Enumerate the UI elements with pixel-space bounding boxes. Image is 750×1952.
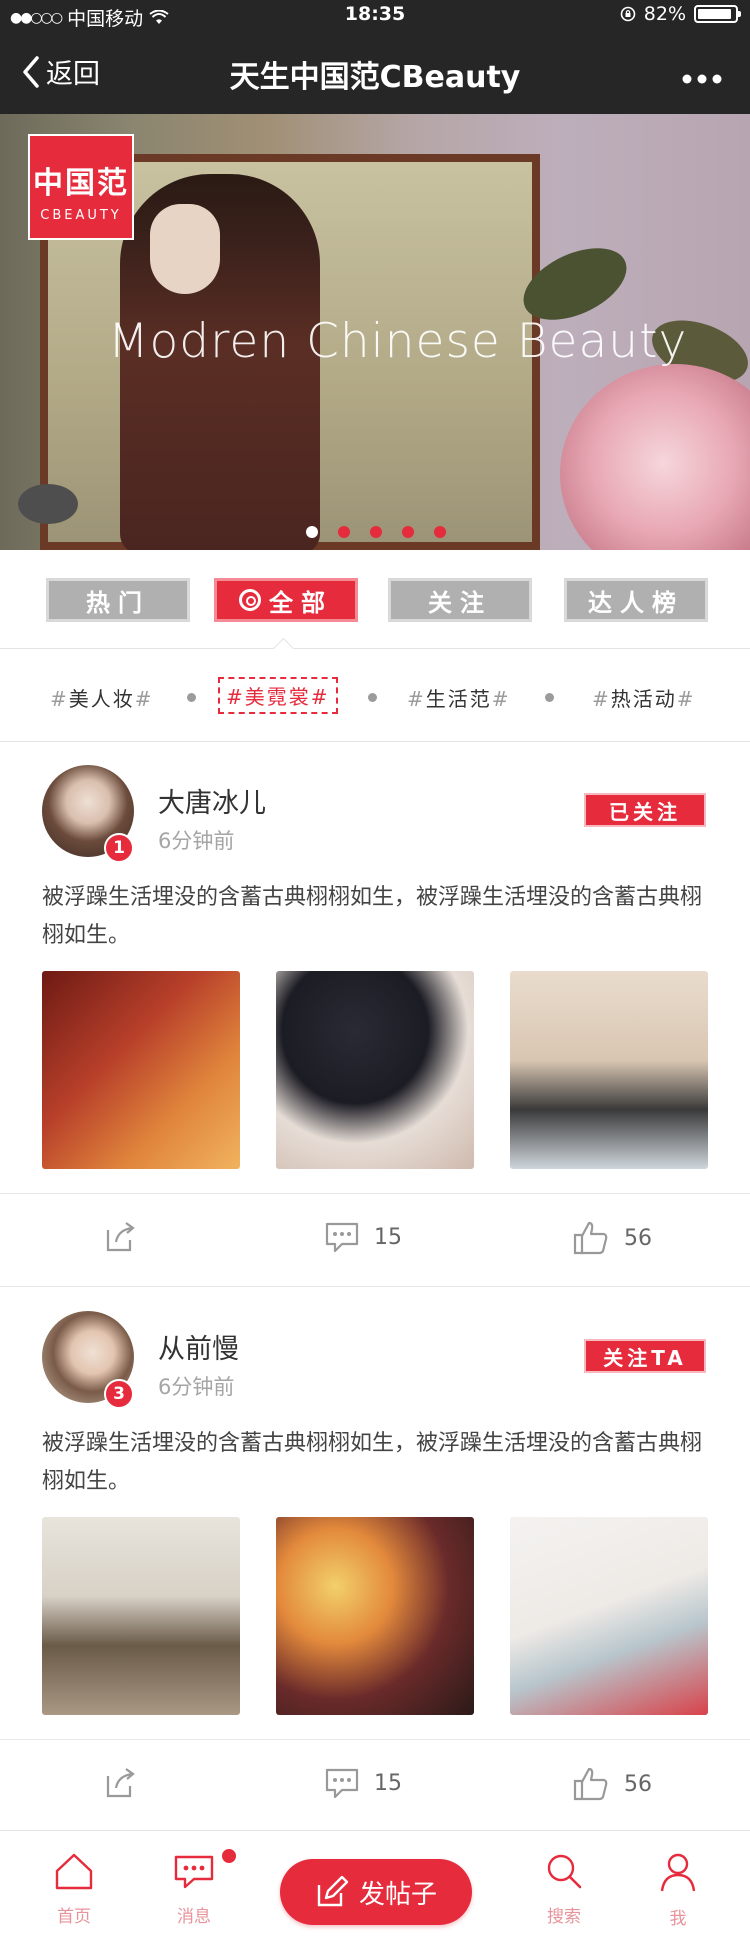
tab-ranking[interactable]: 达人榜: [564, 578, 708, 622]
post-image[interactable]: [42, 1517, 240, 1715]
pager-dot[interactable]: [370, 526, 382, 538]
share-button[interactable]: [104, 1766, 138, 1800]
post-image[interactable]: [276, 971, 474, 1169]
subtab-label: 美霓裳: [244, 685, 311, 709]
post-actions: 15 56: [0, 1193, 750, 1287]
tabbar-label: 搜索: [547, 1907, 581, 1927]
unread-dot: [220, 1847, 238, 1865]
post-text: 被浮躁生活埋没的含蓄古典栩栩如生，被浮躁生活埋没的含蓄古典栩栩如生。: [42, 885, 703, 948]
subtab-makeup[interactable]: #美人妆#: [50, 683, 154, 712]
comment-icon: [325, 1768, 359, 1799]
subtab-lifestyle[interactable]: #生活范#: [407, 683, 511, 712]
hero-bird: [18, 484, 78, 524]
tabbar-label: 消息: [177, 1907, 211, 1927]
like-count: 56: [624, 1225, 652, 1251]
nav-bar: 返回 天生中国范CBeauty: [0, 30, 750, 114]
post-image[interactable]: [42, 971, 240, 1169]
edit-icon: [317, 1875, 349, 1907]
tab-label: 达人榜: [588, 588, 684, 617]
rank-badge: 3: [104, 1379, 134, 1409]
thumbs-up-icon: [573, 1767, 608, 1801]
tabbar-home[interactable]: 首页: [34, 1851, 114, 1927]
more-icon: [682, 74, 722, 84]
separator-dot: [545, 693, 554, 702]
follow-button[interactable]: 已关注: [584, 793, 706, 827]
subtab-label: 美人妆: [68, 687, 135, 711]
tab-label: 关注: [428, 588, 492, 617]
tabbar-messages[interactable]: 消息: [154, 1847, 238, 1927]
post-text: 被浮躁生活埋没的含蓄古典栩栩如生，被浮躁生活埋没的含蓄古典栩栩如生。: [42, 1431, 703, 1494]
share-button[interactable]: [104, 1220, 138, 1254]
new-post-button[interactable]: 发帖子: [280, 1859, 472, 1925]
home-icon: [55, 1853, 93, 1890]
subtab-label: 生活范: [425, 687, 492, 711]
subtab-events[interactable]: #热活动#: [592, 683, 696, 712]
separator-dot: [368, 693, 377, 702]
post-time: 6分钟前: [158, 829, 235, 853]
comment-icon: [325, 1222, 359, 1253]
post-actions: 15 56: [0, 1739, 750, 1833]
bottom-tab-bar: 首页 消息 发帖子 搜索 我: [0, 1830, 750, 1952]
logo-en: CBEAUTY: [40, 208, 122, 223]
tab-label: 全部: [269, 588, 333, 617]
battery-icon: [694, 5, 741, 23]
pager-dot[interactable]: [306, 526, 318, 538]
rotation-lock-icon: [620, 6, 636, 22]
pager-dot[interactable]: [434, 526, 446, 538]
pager-dot[interactable]: [402, 526, 414, 538]
tab-following[interactable]: 关注: [388, 578, 532, 622]
follow-button[interactable]: 关注TA: [584, 1339, 706, 1373]
like-button[interactable]: 56: [572, 1766, 652, 1802]
username[interactable]: 大唐冰儿: [158, 781, 266, 820]
search-icon: [547, 1854, 582, 1889]
tabbar-me[interactable]: 我: [638, 1851, 718, 1929]
tabbar-search[interactable]: 搜索: [524, 1851, 604, 1927]
status-right: 82%: [620, 3, 741, 25]
subtab-label: 热活动: [610, 687, 677, 711]
status-bar: ●●○○○ 中国移动 18:35 82%: [0, 0, 750, 30]
post-image[interactable]: [510, 971, 708, 1169]
user-icon: [660, 1853, 696, 1892]
main-tabs: 热门 全部 关注 达人榜: [0, 550, 750, 660]
tab-label: 热门: [86, 588, 150, 617]
hero-model-face: [150, 204, 220, 294]
post-image[interactable]: [510, 1517, 708, 1715]
brand-logo: 中国范 CBEAUTY: [28, 134, 134, 240]
username[interactable]: 从前慢: [158, 1327, 239, 1366]
like-button[interactable]: 56: [572, 1220, 652, 1256]
tab-all[interactable]: 全部: [214, 578, 358, 622]
hero-banner[interactable]: 中国范 CBEAUTY Modren Chinese Beauty: [0, 114, 750, 550]
spiral-icon: [239, 589, 261, 611]
rank-badge: 1: [104, 833, 134, 863]
tabbar-label: 我: [669, 1909, 687, 1929]
post-card: 1 大唐冰儿 6分钟前 已关注 被浮躁生活埋没的含蓄古典栩栩如生，被浮躁生活埋没…: [0, 741, 750, 1287]
tabbar-label: 首页: [57, 1907, 91, 1927]
battery-percent: 82%: [643, 3, 686, 25]
post-time: 6分钟前: [158, 1375, 235, 1399]
comment-button[interactable]: 15: [324, 1220, 402, 1254]
logo-cn: 中国范: [33, 166, 129, 201]
more-button[interactable]: [682, 54, 722, 94]
hero-pager: [306, 526, 446, 538]
message-icon: [174, 1855, 214, 1889]
share-icon: [106, 1222, 135, 1252]
post-card: 3 从前慢 6分钟前 关注TA 被浮躁生活埋没的含蓄古典栩栩如生，被浮躁生活埋没…: [0, 1287, 750, 1833]
hero-peony: [560, 364, 750, 550]
tab-hot[interactable]: 热门: [46, 578, 190, 622]
separator-dot: [187, 693, 196, 702]
thumbs-up-icon: [573, 1221, 608, 1255]
hero-slogan: Modren Chinese Beauty: [108, 314, 688, 369]
comment-count: 15: [374, 1224, 402, 1250]
page-title: 天生中国范CBeauty: [229, 60, 521, 95]
pager-dot[interactable]: [338, 526, 350, 538]
subtab-clothing[interactable]: #美霓裳#: [218, 677, 338, 714]
comment-count: 15: [374, 1770, 402, 1796]
new-post-label: 发帖子: [358, 1879, 437, 1910]
post-image[interactable]: [276, 1517, 474, 1715]
like-count: 56: [624, 1771, 652, 1797]
share-icon: [106, 1768, 135, 1798]
sub-tabs: #美人妆# #美霓裳# #生活范# #热活动#: [0, 649, 750, 742]
comment-button[interactable]: 15: [324, 1766, 402, 1800]
